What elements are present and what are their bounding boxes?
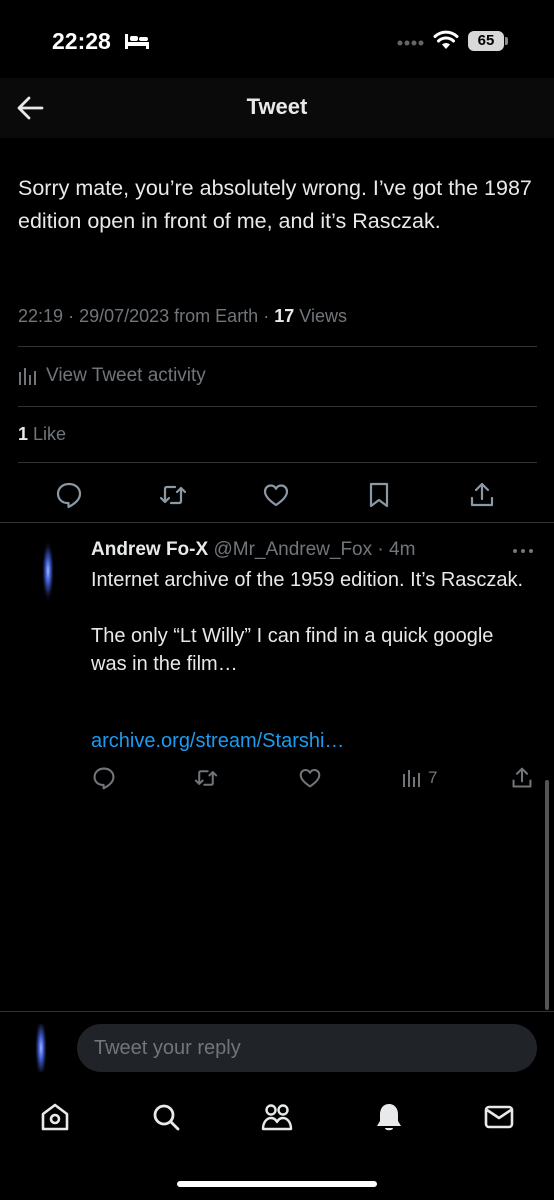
reply-age: 4m	[389, 539, 416, 560]
retweet-icon	[194, 770, 218, 786]
retweet-icon	[159, 485, 187, 505]
messages-icon	[484, 1105, 514, 1129]
reply-author-name[interactable]: Andrew Fo-X	[91, 539, 208, 560]
bookmark-icon	[369, 482, 389, 508]
likes-count-link[interactable]: 1 Like	[18, 424, 66, 445]
avatar[interactable]	[17, 1024, 65, 1072]
reply-text: Internet archive of the 1959 edition. It…	[91, 566, 531, 678]
tab-home[interactable]	[38, 1100, 72, 1134]
like-icon	[263, 484, 289, 507]
reply-text-paragraph: Internet archive of the 1959 edition. It…	[91, 569, 524, 591]
views-count: 17	[274, 306, 295, 326]
divider	[18, 406, 537, 407]
likes-label: Like	[33, 424, 67, 444]
scrollbar[interactable]	[545, 780, 549, 1010]
reply-header: Andrew Fo-X @Mr_Andrew_Fox · 4m	[91, 539, 416, 560]
views-label: Views	[299, 306, 347, 326]
reply-text-paragraph: The only “Lt Willy” I can find in a quic…	[91, 625, 494, 675]
like-button[interactable]	[259, 478, 293, 512]
reply-action-bar: 7	[0, 764, 554, 792]
tweet-source: from Earth	[174, 306, 259, 326]
like-icon	[299, 768, 321, 788]
wifi-icon	[433, 30, 459, 49]
reply-author-handle[interactable]: @Mr_Andrew_Fox	[213, 539, 372, 560]
sleep-focus-icon	[125, 34, 149, 49]
view-tweet-activity-button[interactable]: View Tweet activity	[18, 362, 206, 390]
avatar[interactable]	[17, 540, 79, 602]
tab-messages[interactable]	[482, 1100, 516, 1134]
divider	[0, 522, 554, 523]
reply-reply-button[interactable]	[92, 764, 116, 792]
notifications-icon	[377, 1104, 401, 1131]
status-time: 22:28	[52, 28, 111, 54]
status-bar: 22:28 65	[0, 0, 554, 80]
home-indicator[interactable]	[177, 1181, 377, 1187]
share-button[interactable]	[465, 478, 499, 512]
share-icon	[512, 767, 532, 788]
tweet-action-bar	[0, 478, 554, 512]
battery-level: 65	[477, 32, 495, 49]
reply-views-count: 7	[428, 768, 438, 787]
more-options-icon[interactable]	[512, 548, 534, 554]
reply-views-button[interactable]: 7	[402, 764, 437, 792]
tweet-time[interactable]: 22:19	[18, 306, 63, 326]
tab-notifications[interactable]	[372, 1100, 406, 1134]
divider	[18, 346, 537, 347]
tab-communities[interactable]	[260, 1100, 294, 1134]
divider	[18, 462, 537, 463]
likes-count: 1	[18, 424, 29, 444]
tweet-text: Sorry mate, you’re absolutely wrong. I’v…	[18, 176, 532, 233]
reply-link[interactable]: archive.org/stream/Starshi…	[91, 730, 344, 753]
tab-search[interactable]	[149, 1100, 183, 1134]
page-title: Tweet	[246, 94, 308, 119]
retweet-button[interactable]	[156, 478, 190, 512]
view-tweet-activity-label: View Tweet activity	[46, 365, 206, 386]
reply-icon	[93, 767, 115, 790]
tweet-date[interactable]: 29/07/2023	[79, 306, 169, 326]
tweet-meta: 22:19 · 29/07/2023 from Earth · 17 Views	[18, 306, 347, 326]
search-icon	[153, 1104, 180, 1131]
reply-input[interactable]	[77, 1024, 537, 1072]
analytics-icon	[19, 368, 36, 385]
cellular-signal-icon	[397, 40, 424, 46]
home-icon	[41, 1103, 69, 1131]
communities-icon	[261, 1104, 293, 1131]
reply-like-button[interactable]	[298, 764, 322, 792]
reply-button[interactable]	[52, 478, 86, 512]
share-icon	[470, 482, 494, 507]
analytics-icon	[403, 770, 420, 787]
nav-header: Tweet	[0, 78, 554, 138]
reply-composer	[0, 1012, 554, 1084]
bottom-tab-bar	[0, 1092, 554, 1142]
battery-indicator: 65	[468, 31, 508, 51]
bookmark-button[interactable]	[362, 478, 396, 512]
reply-tweet[interactable]: Andrew Fo-X @Mr_Andrew_Fox · 4m Internet…	[0, 524, 554, 804]
reply-share-button[interactable]	[511, 764, 533, 792]
reply-retweet-button[interactable]	[193, 764, 219, 792]
reply-icon	[56, 482, 82, 509]
